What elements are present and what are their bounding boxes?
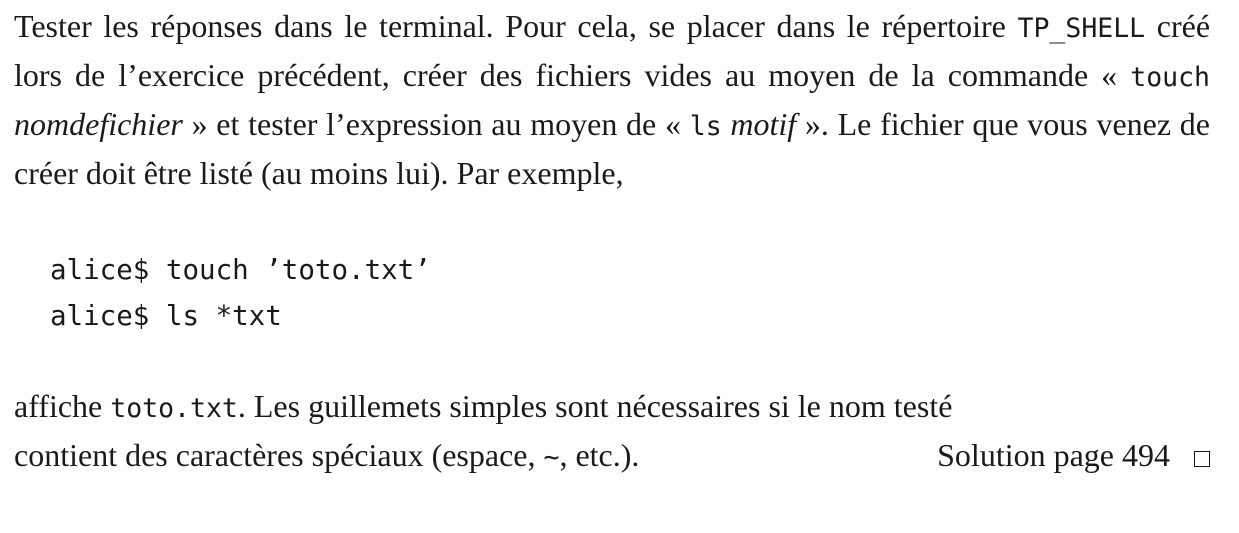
solution-reference: Solution page 494 — [937, 432, 1210, 478]
instruction-paragraph: Tester les réponses dans le terminal. Po… — [14, 0, 1210, 196]
qed-square-icon — [1194, 451, 1210, 467]
code-example: alice$ touch ’toto.txt’ alice$ ls *txt — [14, 196, 1210, 383]
tilde-character: ~ — [543, 442, 560, 473]
text-line: contient des caractères spéciaux (espace… — [14, 432, 639, 481]
text: » et tester l’expression au moyen de « — [191, 106, 681, 142]
file-name: toto.txt — [110, 393, 238, 424]
ls-command: ls — [689, 111, 722, 142]
ls-argument: motif — [730, 106, 797, 142]
text: affiche — [14, 388, 103, 424]
result-paragraph-last-line: contient des caractères spéciaux (espace… — [14, 432, 1210, 481]
solution-link[interactable]: Solution page 494 — [937, 432, 1170, 478]
document-page: Tester les réponses dans le terminal. Po… — [14, 0, 1210, 481]
directory-name: TP_SHELL — [1017, 13, 1146, 44]
text: contient des caractères spéciaux (espace… — [14, 437, 536, 473]
code-line: alice$ touch ’toto.txt’ — [50, 254, 431, 286]
text: . Les guillemets simples sont nécessaire… — [237, 388, 953, 424]
text: Tester les réponses dans le terminal. Po… — [14, 8, 1006, 44]
text: , etc.). — [559, 437, 640, 473]
touch-argument: nomdefichier — [14, 106, 183, 142]
touch-command: touch — [1130, 62, 1211, 93]
result-paragraph: affiche toto.txt. Les guillemets simples… — [14, 383, 1210, 432]
code-line: alice$ ls *txt — [50, 300, 282, 332]
